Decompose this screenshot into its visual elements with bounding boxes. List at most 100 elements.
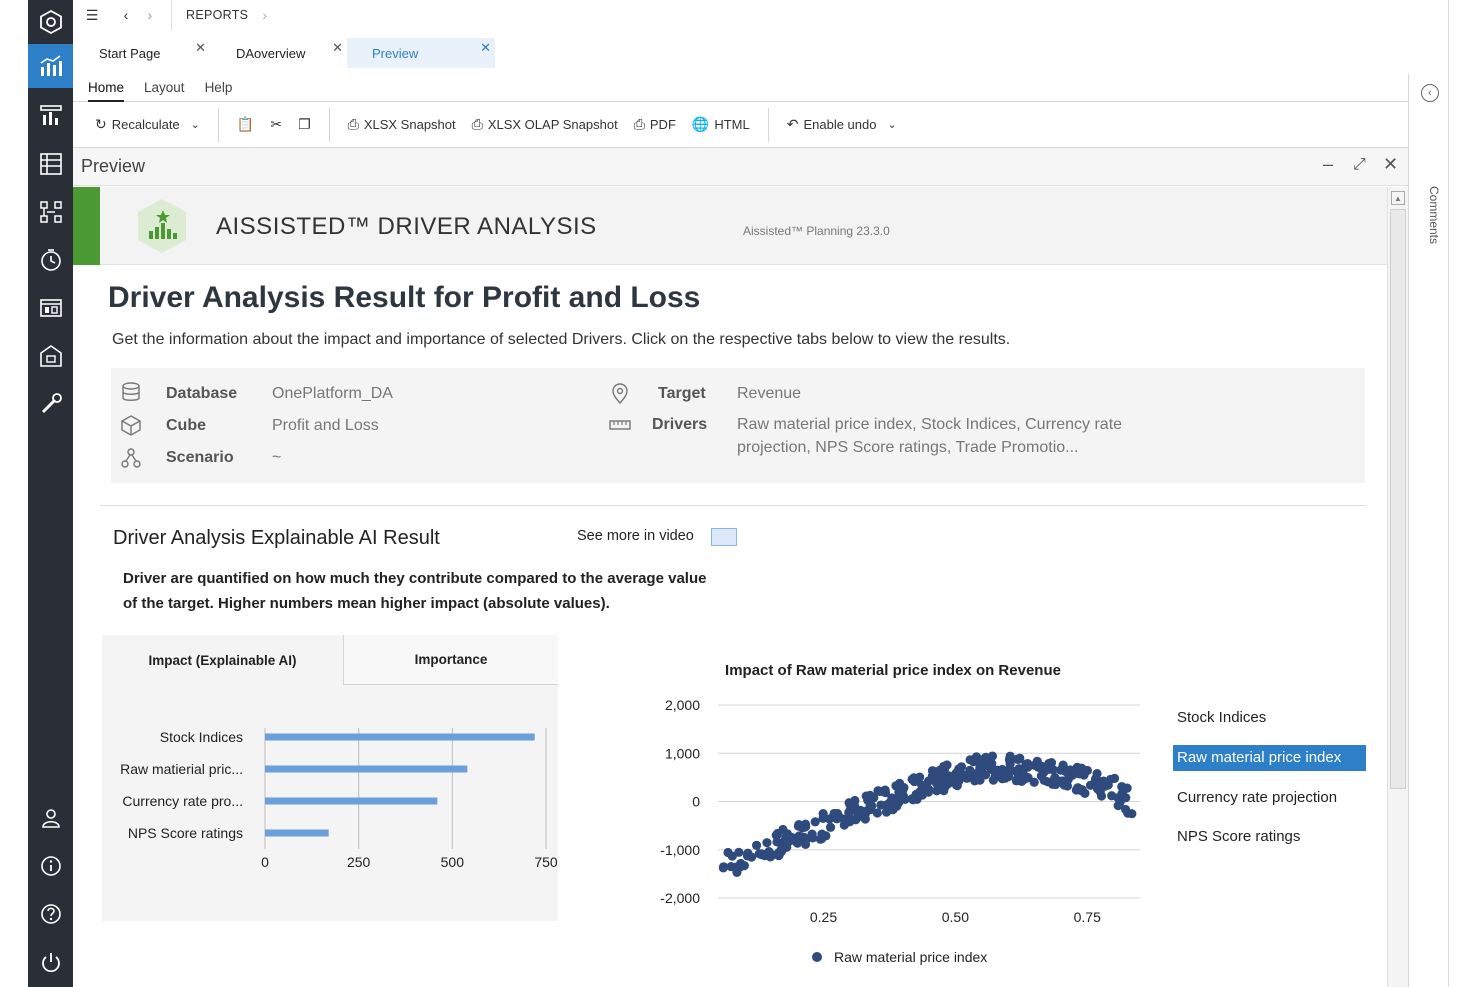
app-logo-icon[interactable] xyxy=(28,0,73,44)
scatter-point xyxy=(1061,766,1071,777)
xlsx-snapshot-button[interactable]: ⎙ XLSX Snapshot xyxy=(340,110,464,140)
comments-label[interactable]: Comments xyxy=(1427,186,1441,244)
scatter-point xyxy=(975,763,985,773)
driver-analysis-logo-icon xyxy=(138,199,186,253)
html-button[interactable]: 🌐 HTML xyxy=(684,110,758,140)
printer-icon: ⎙ xyxy=(471,116,483,132)
minimize-icon[interactable]: – xyxy=(1323,154,1333,175)
tab-help[interactable]: Help xyxy=(195,74,243,101)
bar xyxy=(265,733,535,741)
scatter-point xyxy=(825,822,836,832)
pdf-button[interactable]: ⎙ PDF xyxy=(626,110,684,140)
scatter-point xyxy=(1050,773,1060,783)
x-tick-label: 750 xyxy=(534,854,558,870)
driver-option-nps-score[interactable]: NPS Score ratings xyxy=(1173,824,1366,850)
y-tick-label: 2,000 xyxy=(665,697,700,713)
help-icon[interactable] xyxy=(28,892,73,936)
ribbon-tabs: Home Layout Help xyxy=(73,74,1408,102)
scatter-point xyxy=(923,787,934,797)
y-tick-label: 1,000 xyxy=(665,745,700,761)
see-more-link[interactable]: See more in video xyxy=(577,528,694,544)
hierarchy-nav-icon[interactable] xyxy=(28,190,73,234)
database-label: Database xyxy=(166,385,238,402)
scatter-point xyxy=(833,811,844,821)
scatter-point xyxy=(1098,776,1109,786)
bar xyxy=(265,829,329,837)
expand-icon[interactable]: ⤢ xyxy=(1353,156,1366,174)
chevron-right-icon: › xyxy=(262,7,267,23)
tab-preview[interactable]: Preview ✕ xyxy=(347,38,495,68)
power-icon[interactable] xyxy=(28,940,73,984)
back-icon[interactable]: ‹ xyxy=(115,4,137,26)
table-nav-icon[interactable] xyxy=(28,142,73,186)
menu-icon[interactable]: ☰ xyxy=(81,4,103,26)
scroll-thumb[interactable] xyxy=(1390,209,1406,789)
analysis-info-box: Database OnePlatform_DA Cube Profit and … xyxy=(111,368,1365,483)
driver-option-currency-rate[interactable]: Currency rate projection xyxy=(1173,785,1366,811)
dashboard-nav-icon[interactable] xyxy=(28,286,73,330)
vertical-scrollbar[interactable]: ▲ xyxy=(1387,187,1408,987)
scatter-point xyxy=(988,775,999,785)
copy-button[interactable]: ❐ xyxy=(290,110,319,140)
chevron-down-icon[interactable]: ⌄ xyxy=(887,118,896,131)
category-label: Currency rate pro... xyxy=(122,793,243,809)
breadcrumb[interactable]: REPORTS xyxy=(186,8,248,22)
user-icon[interactable] xyxy=(28,796,73,840)
xlsx-olap-snapshot-label: XLSX OLAP Snapshot xyxy=(487,117,618,132)
comments-panel[interactable]: ‹ Comments xyxy=(1408,74,1448,987)
scroll-up-icon[interactable]: ▲ xyxy=(1391,191,1405,205)
scenario-icon xyxy=(121,448,141,468)
timer-nav-icon[interactable] xyxy=(28,238,73,282)
xai-heading: Driver Analysis Explainable AI Result xyxy=(113,527,440,549)
info-icon[interactable] xyxy=(28,844,73,888)
x-tick-label: 250 xyxy=(347,854,371,870)
undo-icon: ↶ xyxy=(786,116,799,132)
video-icon[interactable] xyxy=(711,528,737,546)
scatter-point xyxy=(792,838,803,848)
tab-daoverview[interactable]: DAoverview ✕ xyxy=(210,38,347,68)
xlsx-snapshot-label: XLSX Snapshot xyxy=(363,117,456,132)
reports-nav-icon[interactable] xyxy=(28,94,73,138)
scatter-point xyxy=(1005,751,1015,761)
enable-undo-button[interactable]: ↶ Enable undo ⌄ xyxy=(779,110,905,140)
x-tick-label: 0.50 xyxy=(942,909,969,925)
scatter-point xyxy=(872,808,882,818)
close-icon[interactable]: ✕ xyxy=(195,40,206,56)
scatter-point xyxy=(915,787,925,797)
scatter-point xyxy=(865,790,875,801)
xlsx-olap-snapshot-button[interactable]: ⎙ XLSX OLAP Snapshot xyxy=(464,110,626,140)
scenario-label: Scenario xyxy=(166,449,234,466)
scatter-point xyxy=(734,847,744,857)
category-label: Stock Indices xyxy=(160,729,243,745)
scatter-point xyxy=(743,849,753,859)
forward-icon[interactable]: › xyxy=(139,4,161,26)
close-icon[interactable]: ✕ xyxy=(1383,154,1398,175)
scatter-point xyxy=(782,829,793,839)
tab-layout[interactable]: Layout xyxy=(134,74,195,101)
tab-start-page[interactable]: Start Page ✕ xyxy=(73,38,210,68)
close-icon[interactable]: ✕ xyxy=(480,40,491,56)
paste-button[interactable]: 📋 xyxy=(229,110,262,140)
database-icon xyxy=(122,382,140,401)
tools-nav-icon[interactable] xyxy=(28,382,73,426)
driver-option-raw-material[interactable]: Raw material price index xyxy=(1173,745,1366,771)
y-tick-label: -1,000 xyxy=(660,842,700,858)
model-nav-icon[interactable] xyxy=(28,334,73,378)
cut-button[interactable]: ✂ xyxy=(262,110,290,140)
y-tick-label: 0 xyxy=(692,794,700,810)
close-icon[interactable]: ✕ xyxy=(332,40,343,56)
scatter-point xyxy=(853,806,863,816)
tab-home[interactable]: Home xyxy=(78,74,134,102)
analytics-nav-icon[interactable] xyxy=(28,44,73,88)
enable-undo-label: Enable undo xyxy=(803,117,877,132)
driver-option-stock-indices[interactable]: Stock Indices xyxy=(1173,705,1366,731)
scatter-point xyxy=(818,813,828,823)
printer-icon: ⎙ xyxy=(633,116,645,132)
chevron-left-icon[interactable]: ‹ xyxy=(1421,84,1439,102)
scenario-value: ~ xyxy=(272,449,282,466)
globe-icon: 🌐 xyxy=(691,116,710,132)
scatter-point xyxy=(1017,776,1027,787)
recalculate-button[interactable]: ↻ Recalculate ⌄ xyxy=(87,110,208,140)
scatter-point xyxy=(772,837,782,847)
chevron-down-icon[interactable]: ⌄ xyxy=(191,118,200,131)
